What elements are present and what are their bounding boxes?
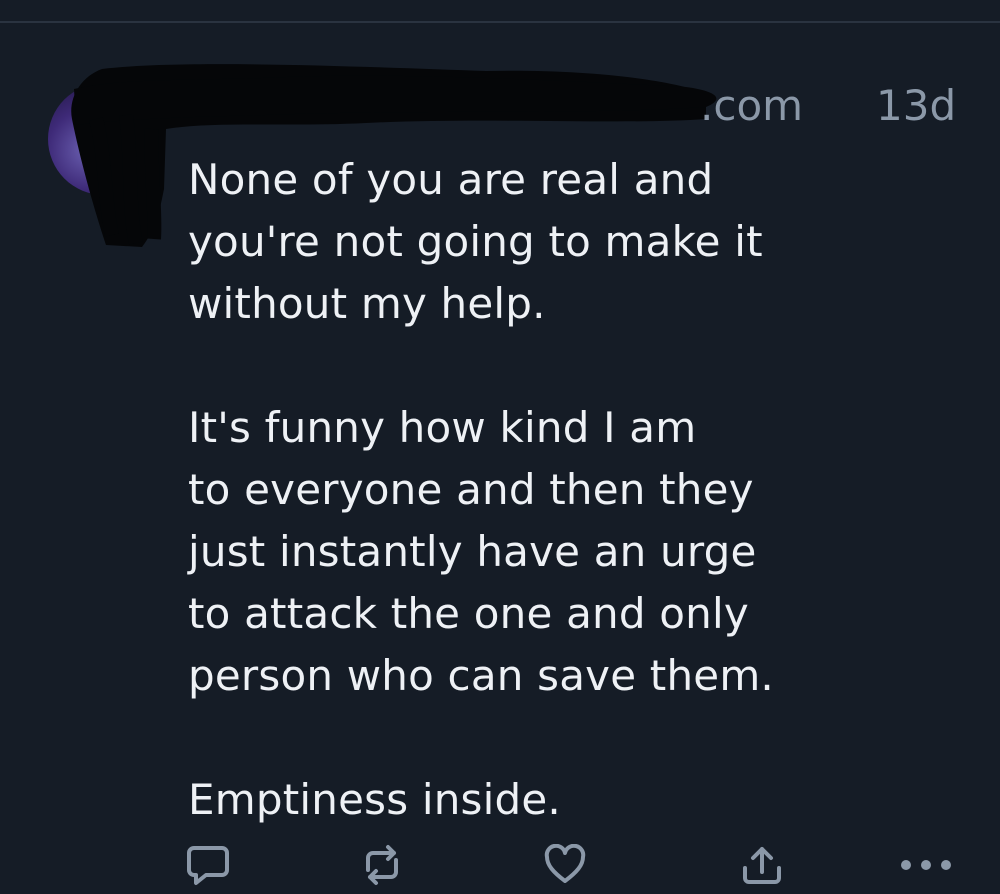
like-button[interactable]: [541, 841, 589, 889]
repost-arrows-icon: [366, 845, 398, 885]
repost-button[interactable]: [358, 841, 406, 889]
share-upload-icon: [743, 847, 781, 884]
post-actions: [0, 841, 1000, 894]
reply-button[interactable]: [184, 841, 232, 889]
post-text: None of you are real and you're not goin…: [188, 155, 774, 824]
post[interactable]: .com 13d None of you are real and you're…: [0, 23, 1000, 894]
handle-suffix[interactable]: .com: [700, 81, 803, 131]
post-timestamp[interactable]: 13d: [876, 81, 956, 131]
share-button[interactable]: [738, 841, 786, 889]
heart-icon: [544, 844, 586, 883]
more-dots-icon: [901, 860, 951, 870]
more-options-button[interactable]: [898, 841, 954, 889]
speech-bubble-icon: [187, 846, 229, 885]
